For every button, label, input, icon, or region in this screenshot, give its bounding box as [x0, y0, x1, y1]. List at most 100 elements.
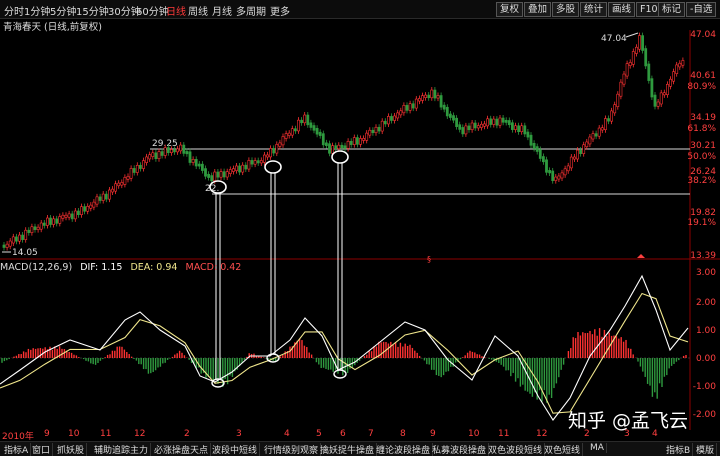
candlestick	[343, 145, 347, 149]
candlestick	[303, 114, 307, 124]
candlestick	[21, 234, 25, 240]
fuquan-button[interactable]: 复权	[496, 2, 524, 17]
candlestick	[222, 171, 226, 178]
candlestick	[281, 136, 285, 146]
candlestick	[126, 176, 130, 180]
candlestick	[386, 116, 390, 125]
candlestick	[139, 164, 142, 169]
candlestick	[603, 118, 607, 130]
candlestick	[588, 136, 592, 145]
tf-monthly[interactable]: 月线	[212, 3, 232, 18]
candlestick	[24, 229, 28, 240]
candlestick	[538, 149, 542, 159]
kline-chart[interactable]: 47.0440.6134.1930.2126.2419.8213.3980.9%…	[0, 28, 720, 430]
macd-scale-label: 3.00	[696, 268, 716, 278]
tab-simu[interactable]: 私募波段操盘	[430, 443, 490, 456]
overlay-button[interactable]: 叠加	[524, 2, 552, 17]
candlestick	[514, 125, 517, 130]
candlestick	[278, 142, 282, 147]
candlestick	[340, 144, 344, 149]
watchlist-button[interactable]: -自选	[686, 2, 717, 17]
candlestick	[241, 164, 245, 173]
candlestick	[297, 119, 300, 132]
tab-indicator-a[interactable]: 指标A	[2, 443, 32, 456]
period-toolbar: 分时 1分钟 5分钟 15分钟 30分钟 60分钟 日线 周线 月线 多周期 更…	[0, 0, 720, 19]
candlestick	[2, 244, 6, 248]
tf-60min[interactable]: 60分钟	[136, 3, 169, 18]
signal-arrow	[637, 254, 645, 258]
candlestick	[166, 147, 170, 153]
candlestick	[644, 48, 648, 67]
tab-chanlun[interactable]: 缠论波段操盘	[374, 443, 434, 456]
tab-window[interactable]: 窗口	[30, 443, 54, 456]
tf-multi[interactable]: 多周期	[236, 3, 266, 18]
high-label: 47.04	[601, 34, 627, 44]
tf-daily[interactable]: 日线	[166, 3, 186, 18]
tf-15min[interactable]: 15分钟	[76, 3, 109, 18]
candlestick	[151, 152, 155, 157]
draw-button[interactable]: 画线	[608, 2, 636, 17]
candlestick	[210, 175, 214, 182]
mark-button[interactable]: 标记	[658, 2, 686, 17]
macd-scale-label: -1.00	[693, 382, 717, 392]
candlestick	[399, 110, 403, 116]
candlestick	[613, 104, 617, 114]
candlestick	[607, 118, 610, 122]
macd-scale-label: 1.00	[696, 326, 716, 336]
candlestick	[625, 63, 629, 77]
time-axis-month: 9	[44, 429, 50, 439]
fib-pct-label: 19.1%	[687, 218, 716, 228]
candlestick	[510, 122, 514, 130]
tab-qinyao[interactable]: 擒妖捉牛操盘	[318, 443, 378, 456]
macd-dif-label: DIF: 1.15	[80, 262, 123, 273]
tf-5min[interactable]: 5分钟	[50, 3, 76, 18]
time-axis-month: 12	[134, 429, 146, 439]
candlestick	[523, 125, 527, 135]
candlestick	[436, 95, 440, 99]
price-tick-label: 13.39	[690, 251, 716, 261]
candlestick	[253, 160, 257, 165]
tab-indicator-b[interactable]: 指标B	[664, 443, 694, 456]
candlestick	[182, 144, 186, 154]
tab-ma[interactable]: MA	[588, 443, 607, 453]
candlestick	[442, 104, 446, 110]
tab-boduan-zhong[interactable]: 波段中短线	[210, 443, 261, 456]
stats-button[interactable]: 统计	[580, 2, 608, 17]
candlestick	[142, 160, 145, 169]
time-axis-month: 4	[284, 429, 290, 439]
candlestick	[55, 218, 59, 224]
tab-zhuayaogu[interactable]: 抓妖股	[55, 443, 88, 456]
tf-weekly[interactable]: 周线	[188, 3, 208, 18]
tab-fuzhu[interactable]: 辅助追踪主力	[92, 443, 152, 456]
candlestick	[123, 177, 127, 185]
macd-name: MACD(12,26,9)	[0, 262, 73, 273]
candlestick	[290, 128, 294, 136]
tf-1min[interactable]: 1分钟	[24, 3, 50, 18]
candlestick	[160, 151, 164, 156]
candlestick	[458, 124, 462, 130]
candlestick	[467, 125, 471, 131]
multistock-button[interactable]: 多股	[552, 2, 580, 17]
candlestick	[232, 168, 235, 172]
candlestick	[45, 217, 49, 226]
candlestick	[52, 218, 56, 225]
candlestick	[266, 154, 269, 158]
candlestick	[256, 160, 260, 164]
tab-shuangse-boduan[interactable]: 双色波段短线	[486, 443, 546, 456]
tf-fenshi[interactable]: 分时	[4, 3, 24, 18]
tab-template[interactable]: 模版	[694, 443, 718, 456]
candlestick	[365, 132, 369, 141]
candlestick	[576, 149, 579, 160]
candlestick	[5, 243, 9, 248]
tab-hangqing[interactable]: 行情级别观察	[262, 443, 322, 456]
tab-shuangse-duanxian[interactable]: 双色短线	[542, 443, 584, 456]
candlestick	[259, 160, 263, 164]
candlestick	[194, 159, 198, 167]
candlestick	[653, 94, 657, 107]
candlestick	[390, 116, 393, 121]
candlestick	[346, 140, 350, 149]
tf-more[interactable]: 更多	[270, 3, 290, 18]
candlestick	[417, 98, 421, 102]
candlestick	[238, 165, 242, 173]
tab-bizhang[interactable]: 必涨操盘天点	[152, 443, 212, 456]
